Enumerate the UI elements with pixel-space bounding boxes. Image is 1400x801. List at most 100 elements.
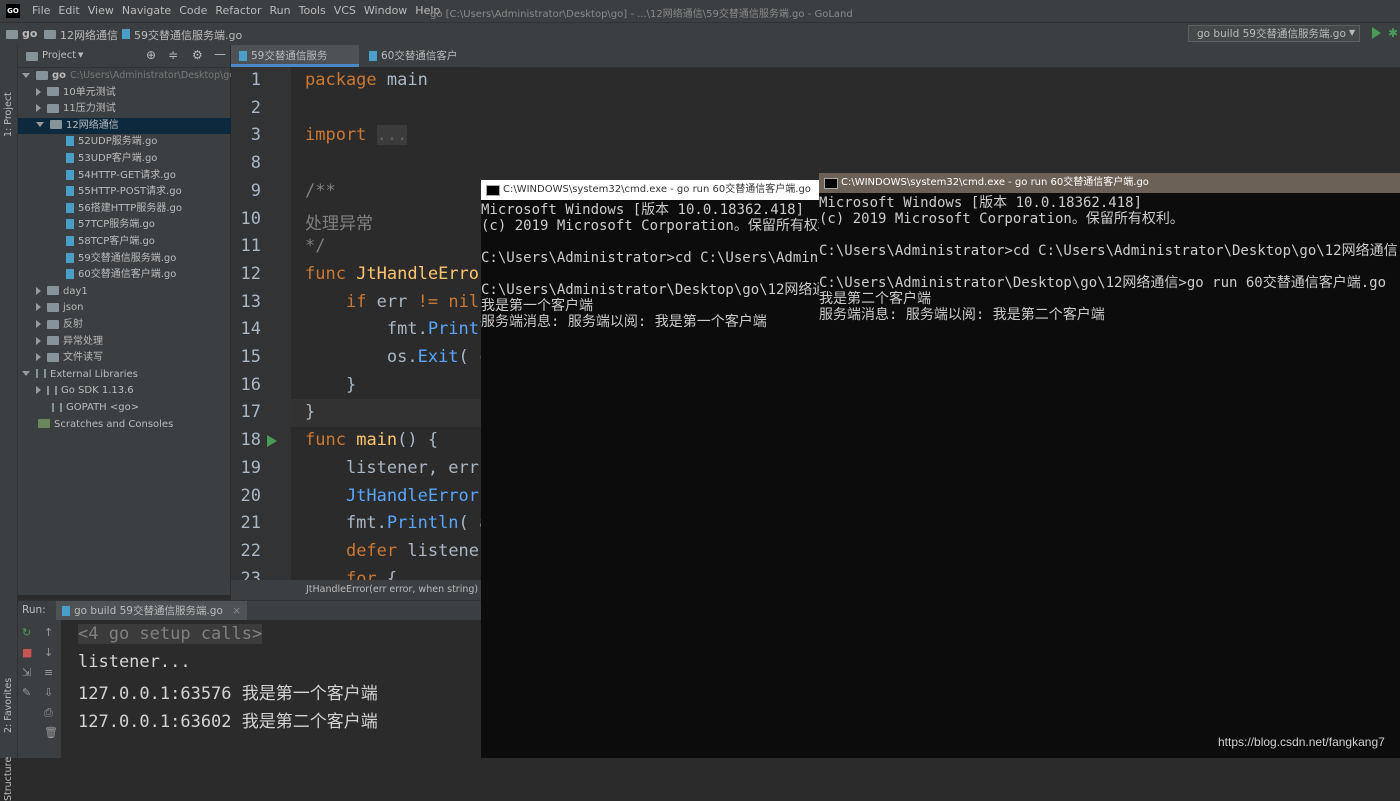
- tab-59-server[interactable]: 59交替通信服务端.go ×: [231, 45, 359, 84]
- trash-icon[interactable]: 🗑: [44, 727, 58, 738]
- run-tab[interactable]: go build 59交替通信服务端.go ×: [56, 601, 248, 621]
- code-line[interactable]: package main: [305, 70, 428, 90]
- down-arrow-icon[interactable]: ↓: [44, 647, 56, 658]
- soft-wrap-icon[interactable]: ≡: [44, 667, 56, 678]
- collapse-icon[interactable]: [36, 122, 44, 128]
- code-line[interactable]: func main() {: [305, 430, 438, 450]
- cmd-window-1[interactable]: C:\WINDOWS\system32\cmd.exe - go run 60交…: [481, 180, 819, 758]
- menu-run[interactable]: Run: [270, 4, 291, 17]
- expand-icon[interactable]: [36, 320, 41, 328]
- close-icon[interactable]: ×: [232, 605, 241, 617]
- up-arrow-icon[interactable]: ↑: [44, 627, 56, 638]
- tab-60-client[interactable]: 60交替通信客户端.go ×: [361, 45, 491, 84]
- line-number: 13: [240, 291, 261, 312]
- code-line[interactable]: fmt.Println( a: [305, 513, 481, 533]
- locate-icon[interactable]: ⊕: [146, 48, 156, 62]
- tree-item[interactable]: 反射: [18, 317, 248, 334]
- tree-item[interactable]: Go SDK 1.13.6: [18, 383, 248, 400]
- code-line[interactable]: os.Exit( c: [305, 347, 481, 367]
- project-tool-tab[interactable]: 1: Project: [3, 92, 14, 137]
- stop-icon[interactable]: ■: [22, 647, 34, 658]
- tree-item[interactable]: Scratches and Consoles: [18, 417, 234, 434]
- run-output-line: listener...: [78, 651, 191, 672]
- menu-navigate[interactable]: Navigate: [122, 4, 171, 17]
- cmd-window-2[interactable]: C:\WINDOWS\system32\cmd.exe - go run 60交…: [819, 173, 1400, 758]
- hide-icon[interactable]: —: [214, 47, 226, 61]
- favorites-tool-tab[interactable]: 2: Favorites: [3, 678, 14, 733]
- structure-tool-tab[interactable]: Structure: [3, 757, 14, 801]
- code-line[interactable]: /**: [305, 181, 336, 201]
- breadcrumb-root[interactable]: go: [22, 27, 37, 40]
- gear-icon[interactable]: ⚙: [192, 48, 203, 62]
- tree-root[interactable]: go C:\Users\Administrator\Desktop\go: [18, 68, 235, 85]
- tree-item[interactable]: 55HTTP-POST请求.go: [18, 184, 262, 201]
- menu-refactor[interactable]: Refactor: [215, 4, 261, 17]
- menu-tools[interactable]: Tools: [299, 4, 326, 17]
- code-line[interactable]: defer listene: [305, 541, 479, 561]
- tree-item[interactable]: day1: [18, 284, 248, 301]
- tree-item[interactable]: External Libraries: [18, 367, 234, 384]
- breadcrumb-folder[interactable]: 12网络通信: [60, 27, 118, 43]
- tree-item[interactable]: GOPATH <go>: [18, 400, 248, 417]
- run-button[interactable]: [1372, 27, 1381, 39]
- code-line[interactable]: import ...: [305, 125, 408, 146]
- expand-icon[interactable]: [36, 336, 41, 345]
- expand-icon[interactable]: [36, 386, 41, 395]
- code-line[interactable]: for {: [305, 569, 397, 580]
- run-gutter-icon[interactable]: [267, 435, 277, 447]
- expand-icon[interactable]: [36, 353, 41, 362]
- tree-item[interactable]: 10单元测试: [18, 85, 248, 102]
- menu-edit[interactable]: Edit: [58, 4, 79, 17]
- pin-icon[interactable]: ✎: [22, 687, 34, 698]
- tree-item[interactable]: 57TCP服务端.go: [18, 217, 262, 234]
- expand-icon[interactable]: [36, 286, 41, 295]
- cmd-window-2-title[interactable]: C:\WINDOWS\system32\cmd.exe - go run 60交…: [819, 173, 1400, 193]
- rerun-icon[interactable]: ↻: [22, 627, 34, 638]
- code-line[interactable]: if err != nil: [305, 292, 479, 312]
- cmd-window-1-title[interactable]: C:\WINDOWS\system32\cmd.exe - go run 60交…: [481, 180, 819, 200]
- code-editor[interactable]: 1 package main 2 3 import ... 8 9/** 10 处理异常 11 */…: [231, 67, 481, 580]
- collapse-icon[interactable]: [22, 371, 30, 377]
- project-view-select[interactable]: Project: [42, 50, 76, 61]
- code-line[interactable]: JtHandleError: [305, 486, 479, 506]
- chevron-down-icon[interactable]: ▼: [78, 51, 83, 59]
- tree-item-label: day1: [63, 285, 88, 297]
- tree-item[interactable]: 56搭建HTTP服务器.go: [18, 201, 262, 218]
- tree-item[interactable]: 54HTTP-GET请求.go: [18, 168, 262, 185]
- tree-item[interactable]: 12网络通信: [18, 117, 248, 135]
- cmd-output-line: (c) 2019 Microsoft Corporation。保留所有权利。: [481, 218, 819, 234]
- tree-item[interactable]: 52UDP服务端.go: [18, 134, 262, 151]
- code-line[interactable]: listener, err: [305, 458, 479, 478]
- menu-vcs[interactable]: VCS: [334, 4, 356, 17]
- print-icon[interactable]: ⎙: [44, 707, 56, 718]
- tree-item[interactable]: 60交替通信客户端.go: [18, 267, 262, 284]
- code-line[interactable]: func JtHandleError: [305, 264, 481, 284]
- debug-icon[interactable]: ✱: [1388, 26, 1398, 40]
- expand-icon[interactable]: [36, 104, 41, 113]
- tree-item[interactable]: 58TCP客户端.go: [18, 234, 262, 251]
- code-line[interactable]: fmt.Println: [305, 319, 481, 339]
- code-line[interactable]: }: [305, 402, 315, 422]
- code-token: 处理异常: [305, 213, 373, 234]
- tree-item[interactable]: 53UDP客户端.go: [18, 151, 262, 168]
- scroll-to-end-icon[interactable]: ⇩: [44, 687, 56, 698]
- expand-icon[interactable]: [22, 72, 30, 78]
- menu-file[interactable]: File: [32, 4, 50, 17]
- code-line[interactable]: */: [305, 236, 325, 256]
- tree-item[interactable]: 11压力测试: [18, 101, 248, 118]
- tree-item[interactable]: 59交替通信服务端.go: [18, 251, 262, 268]
- tree-item[interactable]: 文件读写: [18, 350, 248, 367]
- code-line[interactable]: }: [305, 375, 356, 395]
- expand-icon[interactable]: [36, 87, 41, 96]
- tree-item[interactable]: json: [18, 300, 248, 317]
- code-line[interactable]: 处理异常: [305, 209, 373, 234]
- breadcrumb-file[interactable]: 59交替通信服务端.go: [134, 27, 242, 43]
- expand-icon[interactable]: [36, 303, 41, 312]
- menu-code[interactable]: Code: [179, 4, 207, 17]
- collapse-icon[interactable]: ≑: [168, 48, 178, 62]
- restore-layout-icon[interactable]: ⇲: [22, 667, 34, 678]
- run-configuration-select[interactable]: go build 59交替通信服务端.go: [1188, 25, 1360, 42]
- menu-window[interactable]: Window: [364, 4, 407, 17]
- tree-item[interactable]: 异常处理: [18, 334, 248, 351]
- menu-view[interactable]: View: [88, 4, 114, 17]
